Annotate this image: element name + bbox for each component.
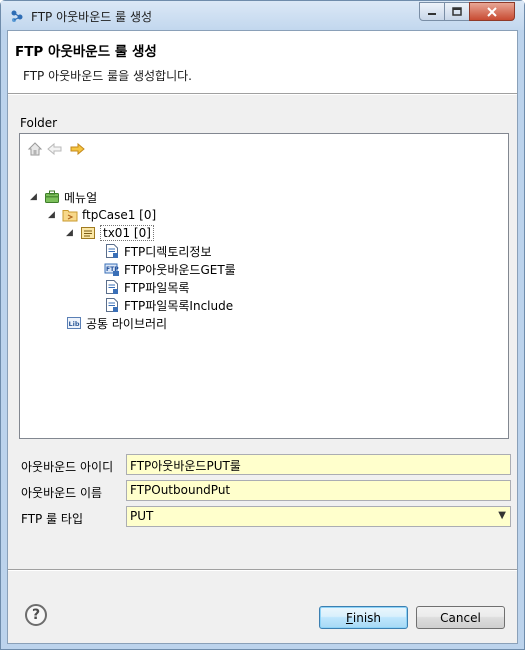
maximize-button[interactable] xyxy=(444,2,470,21)
transaction-icon xyxy=(81,227,95,239)
tree-node-label: 공통 라이브러리 xyxy=(86,316,168,331)
page-description: FTP 아웃바운드 룰을 생성합니다. xyxy=(23,69,192,83)
outbound-id-label: 아웃바운드 아이디 xyxy=(21,460,114,474)
outbound-name-label: 아웃바운드 이름 xyxy=(21,486,103,500)
rule-type-select[interactable]: PUT ▼ xyxy=(126,506,511,527)
folder-label: Folder xyxy=(20,116,58,130)
footer-divider xyxy=(8,569,517,571)
ftp-rule-icon: FTP xyxy=(104,263,119,276)
expand-arrow-icon[interactable]: ◢ xyxy=(30,192,40,202)
title-bar[interactable]: FTP 아웃바운드 룰 생성 xyxy=(1,1,524,30)
tree-leaf-ftp-file-list[interactable]: FTP파일목록 xyxy=(104,278,189,296)
header-divider xyxy=(8,93,517,95)
tree-node-tx01[interactable]: ◢ tx01 [0] xyxy=(66,224,154,242)
document-icon xyxy=(106,298,118,312)
wizard-header: FTP 아웃바운드 룰 생성 FTP 아웃바운드 룰을 생성합니다. xyxy=(8,31,517,93)
tree-node-label: FTP파일목록 xyxy=(124,280,190,295)
folder-case-icon xyxy=(62,210,78,222)
outbound-name-input[interactable]: FTPOutboundPut xyxy=(126,480,511,501)
document-icon xyxy=(106,244,118,258)
finish-button[interactable]: Finish xyxy=(319,606,408,629)
dialog-client-area: FTP 아웃바운드 룰 생성 FTP 아웃바운드 룰을 생성합니다. Folde… xyxy=(7,30,518,644)
briefcase-icon xyxy=(45,190,59,203)
tree-node-label: ftpCase1 [0] xyxy=(82,208,157,222)
finish-label: inish xyxy=(352,610,382,625)
tree-node-common-library[interactable]: Lib 공통 라이브러리 xyxy=(66,314,167,332)
page-title: FTP 아웃바운드 룰 생성 xyxy=(15,44,157,60)
forward-arrow-icon[interactable] xyxy=(68,140,86,158)
tree-node-label: tx01 [0] xyxy=(100,225,154,241)
library-icon: Lib xyxy=(67,317,81,329)
minimize-icon xyxy=(428,12,436,15)
outbound-id-input[interactable]: FTP아웃바운드PUT룰 xyxy=(126,454,511,475)
tree-leaf-ftp-directory-info[interactable]: FTP디렉토리정보 xyxy=(104,242,212,260)
tree-leaf-ftp-outbound-get-rule[interactable]: FTP FTP아웃바운드GET룰 xyxy=(104,260,236,278)
maximize-icon xyxy=(452,7,462,16)
document-icon xyxy=(106,280,118,294)
cancel-button[interactable]: Cancel xyxy=(416,606,505,629)
minimize-button[interactable] xyxy=(419,2,445,21)
svg-text:Lib: Lib xyxy=(69,320,80,328)
tree-node-label: FTP디렉토리정보 xyxy=(124,244,212,259)
expand-arrow-icon[interactable]: ◢ xyxy=(48,210,58,220)
close-icon xyxy=(487,6,497,17)
folder-tree[interactable]: ◢ 메뉴얼 ◢ ftpCase1 [0] ◢ tx01 [0] FTP디렉토리정… xyxy=(19,133,509,439)
app-icon xyxy=(11,10,23,22)
rule-type-label: FTP 룰 타입 xyxy=(21,512,84,526)
window-title: FTP 아웃바운드 룰 생성 xyxy=(31,10,153,24)
tree-node-label: 메뉴얼 xyxy=(64,190,98,205)
tree-node-label: FTP아웃바운드GET룰 xyxy=(124,262,236,277)
close-button[interactable] xyxy=(469,2,515,21)
tree-node-manual[interactable]: ◢ 메뉴얼 xyxy=(30,188,97,206)
rule-type-value: PUT xyxy=(130,509,154,523)
tree-node-label: FTP파일목록Include xyxy=(124,298,234,313)
help-button[interactable]: ? xyxy=(25,604,47,626)
expand-arrow-icon[interactable]: ◢ xyxy=(66,228,76,238)
home-icon[interactable] xyxy=(26,140,44,158)
tree-leaf-ftp-file-list-include[interactable]: FTP파일목록Include xyxy=(104,296,233,314)
help-icon: ? xyxy=(31,607,41,623)
dialog-window: FTP 아웃바운드 룰 생성 FTP 아웃바운드 룰 생성 FTP 아웃바운드 … xyxy=(0,0,525,650)
back-arrow-icon[interactable] xyxy=(46,140,64,158)
chevron-down-icon[interactable]: ▼ xyxy=(498,510,506,521)
tree-node-ftpcase1[interactable]: ◢ ftpCase1 [0] xyxy=(48,206,156,224)
finish-mnemonic: F xyxy=(345,610,353,625)
